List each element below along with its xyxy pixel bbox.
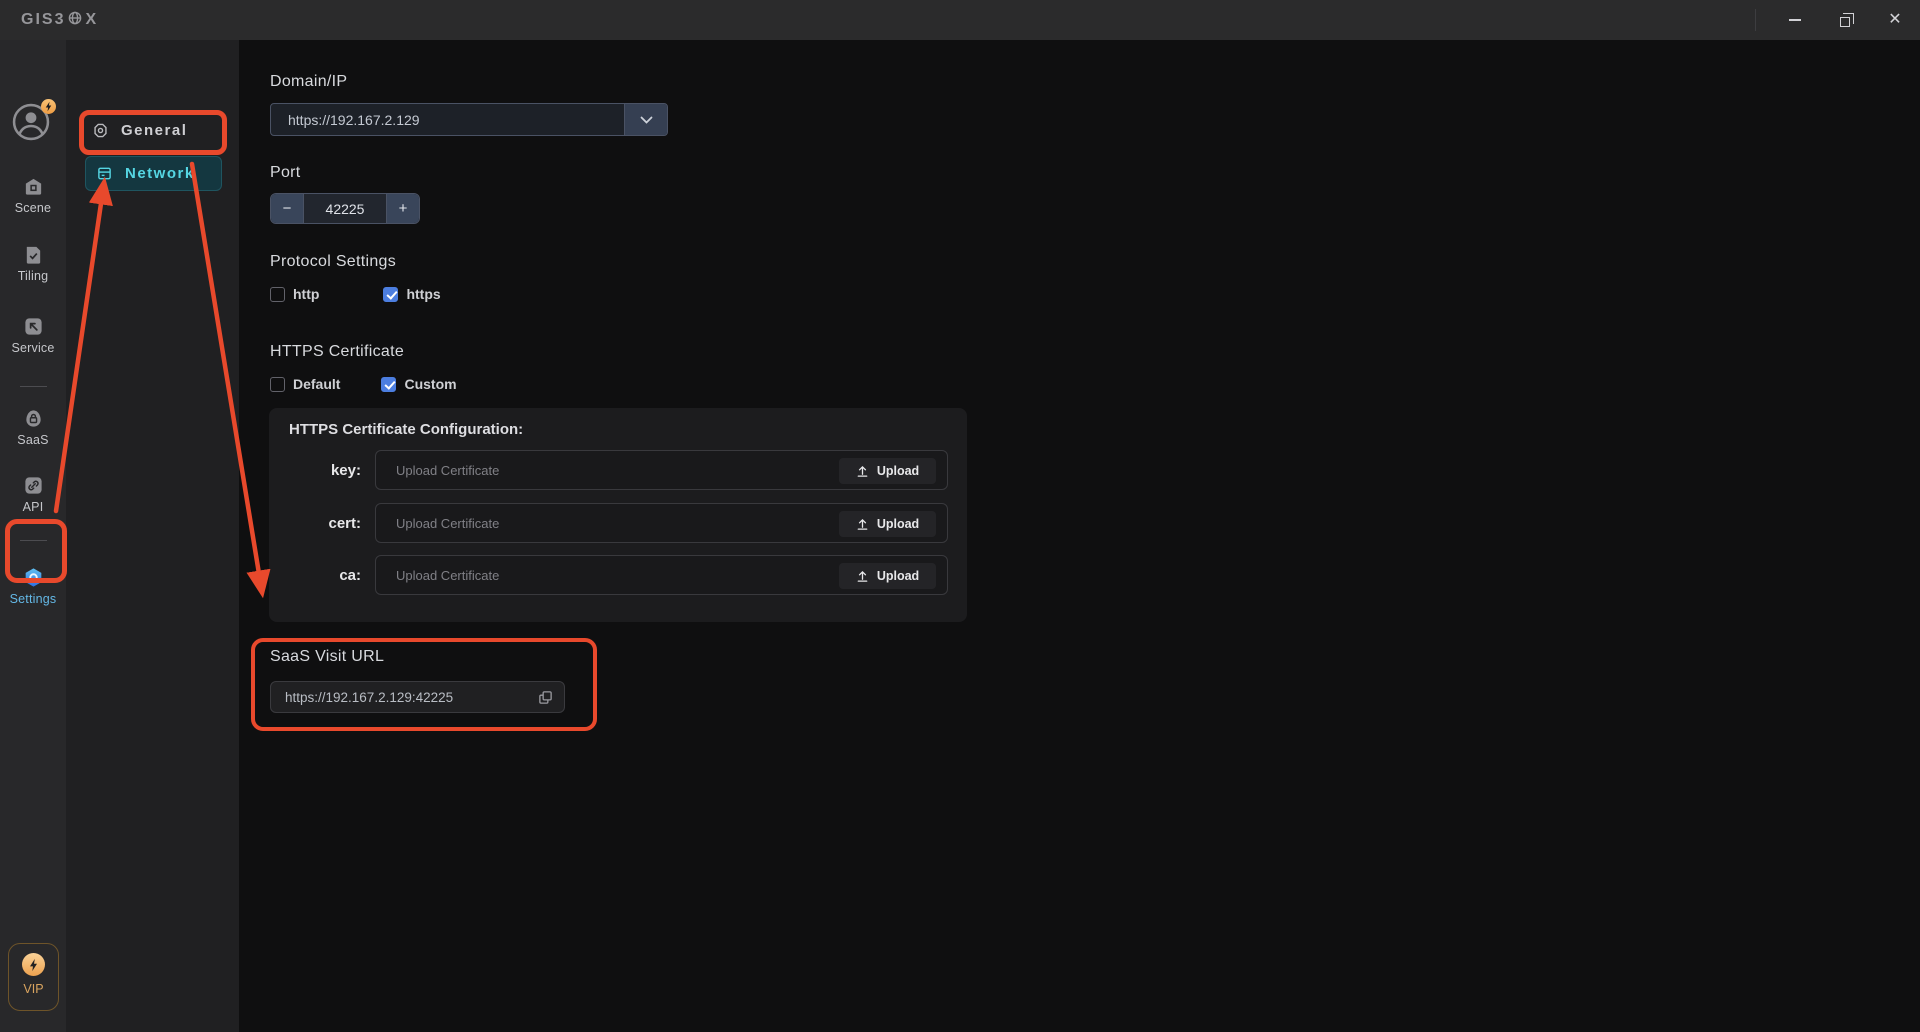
menu-item-general[interactable]: General bbox=[93, 119, 187, 141]
cert-upload-input[interactable]: Upload Certificate Upload bbox=[375, 503, 948, 543]
sidebar-item-label: Tiling bbox=[18, 269, 49, 283]
vip-lightning-icon bbox=[22, 953, 45, 976]
sidebar-item-saas[interactable]: SaaS bbox=[0, 408, 66, 447]
upload-icon bbox=[856, 518, 869, 531]
logo-globe-icon bbox=[67, 11, 83, 30]
key-label: key: bbox=[269, 462, 361, 479]
domain-ip-label: Domain/IP bbox=[270, 73, 347, 91]
upload-icon bbox=[856, 465, 869, 478]
cert-cert-row: cert: Upload Certificate Upload bbox=[269, 503, 967, 543]
saas-url-value: https://192.167.2.129:42225 bbox=[271, 690, 538, 705]
tiling-icon bbox=[23, 244, 44, 265]
key-placeholder: Upload Certificate bbox=[376, 463, 499, 478]
copy-icon bbox=[538, 690, 553, 705]
protocol-options-row: http https bbox=[270, 285, 441, 303]
default-cert-checkbox[interactable] bbox=[270, 377, 285, 392]
domain-dropdown-button[interactable] bbox=[624, 104, 667, 135]
app-logo: GIS3 X bbox=[21, 11, 98, 30]
custom-cert-checkbox[interactable] bbox=[381, 377, 396, 392]
avatar[interactable] bbox=[12, 103, 54, 143]
upload-button-label: Upload bbox=[877, 464, 919, 478]
upload-icon bbox=[856, 570, 869, 583]
restore-button[interactable] bbox=[1820, 0, 1870, 40]
ca-upload-input[interactable]: Upload Certificate Upload bbox=[375, 555, 948, 595]
sidebar-item-label: Settings bbox=[10, 592, 57, 606]
icon-sidebar: Scene Tiling Service SaaS bbox=[0, 40, 66, 1032]
network-server-icon bbox=[97, 166, 112, 181]
cert-upload-button[interactable]: Upload bbox=[839, 511, 936, 537]
vip-label: VIP bbox=[23, 982, 43, 996]
minimize-icon bbox=[1789, 19, 1801, 21]
ca-placeholder: Upload Certificate bbox=[376, 568, 499, 583]
upload-button-label: Upload bbox=[877, 517, 919, 531]
certificate-config-panel: HTTPS Certificate Configuration: key: Up… bbox=[269, 408, 967, 622]
window-titlebar: GIS3 X ✕ bbox=[0, 0, 1920, 40]
port-value[interactable]: 42225 bbox=[303, 194, 387, 223]
key-upload-button[interactable]: Upload bbox=[839, 458, 936, 484]
protocol-settings-label: Protocol Settings bbox=[270, 253, 396, 271]
default-cert-label: Default bbox=[293, 376, 340, 392]
sidebar-item-label: API bbox=[23, 500, 44, 514]
chevron-down-icon bbox=[640, 116, 653, 124]
logo-text-left: GIS3 bbox=[21, 11, 65, 29]
restore-icon bbox=[1840, 17, 1850, 27]
domain-ip-value: https://192.167.2.129 bbox=[271, 104, 624, 135]
sidebar-item-label: Service bbox=[11, 341, 54, 355]
close-icon: ✕ bbox=[1888, 12, 1901, 28]
port-increment-button[interactable]: + bbox=[387, 194, 419, 223]
sidebar-item-label: Scene bbox=[15, 201, 51, 215]
sidebar-item-tiling[interactable]: Tiling bbox=[0, 244, 66, 283]
menu-item-network[interactable]: Network bbox=[85, 156, 222, 191]
https-certificate-label: HTTPS Certificate bbox=[270, 343, 404, 361]
app-window: GIS3 X ✕ bbox=[0, 0, 1920, 1032]
cert-key-row: key: Upload Certificate Upload bbox=[269, 450, 967, 490]
window-controls: ✕ bbox=[1755, 0, 1920, 40]
sidebar-item-service[interactable]: Service bbox=[0, 316, 66, 355]
titlebar-divider bbox=[1755, 9, 1756, 31]
key-upload-input[interactable]: Upload Certificate Upload bbox=[375, 450, 948, 490]
scene-icon bbox=[23, 176, 44, 197]
certificate-options-row: Default Custom bbox=[270, 375, 457, 393]
port-decrement-button[interactable]: − bbox=[271, 194, 303, 223]
menu-item-label: Network bbox=[125, 165, 195, 182]
logo-text-right: X bbox=[85, 11, 98, 29]
avatar-lightning-badge bbox=[41, 99, 56, 114]
menu-item-label: General bbox=[121, 122, 187, 139]
https-checkbox[interactable] bbox=[383, 287, 398, 302]
saas-visit-url-label: SaaS Visit URL bbox=[270, 648, 384, 666]
https-checkbox-label: https bbox=[406, 286, 440, 302]
sidebar-item-label: SaaS bbox=[17, 433, 48, 447]
ca-upload-button[interactable]: Upload bbox=[839, 563, 936, 589]
cert-ca-row: ca: Upload Certificate Upload bbox=[269, 555, 967, 595]
certificate-config-title: HTTPS Certificate Configuration: bbox=[289, 421, 523, 438]
minimize-button[interactable] bbox=[1770, 0, 1820, 40]
settings-icon bbox=[23, 567, 44, 588]
custom-cert-label: Custom bbox=[404, 376, 456, 392]
sidebar-divider bbox=[20, 540, 47, 541]
saas-url-field[interactable]: https://192.167.2.129:42225 bbox=[270, 681, 565, 713]
close-button[interactable]: ✕ bbox=[1870, 0, 1920, 40]
general-gear-icon bbox=[93, 123, 108, 138]
sidebar-item-settings[interactable]: Settings bbox=[0, 567, 66, 606]
copy-button[interactable] bbox=[538, 690, 553, 705]
service-icon bbox=[23, 316, 44, 337]
saas-cloud-lock-icon bbox=[23, 408, 44, 429]
upload-button-label: Upload bbox=[877, 569, 919, 583]
network-settings-content: Domain/IP https://192.167.2.129 Port − 4… bbox=[239, 40, 1920, 1032]
ca-label: ca: bbox=[269, 567, 361, 584]
settings-menu-panel: General Network bbox=[66, 40, 239, 1032]
vip-button[interactable]: VIP bbox=[8, 943, 59, 1011]
domain-ip-select[interactable]: https://192.167.2.129 bbox=[270, 103, 668, 136]
api-link-icon bbox=[23, 475, 44, 496]
port-stepper: − 42225 + bbox=[270, 193, 420, 224]
cert-label: cert: bbox=[269, 515, 361, 532]
cert-placeholder: Upload Certificate bbox=[376, 516, 499, 531]
http-checkbox[interactable] bbox=[270, 287, 285, 302]
http-checkbox-label: http bbox=[293, 286, 319, 302]
sidebar-item-scene[interactable]: Scene bbox=[0, 176, 66, 215]
sidebar-item-api[interactable]: API bbox=[0, 475, 66, 514]
sidebar-divider bbox=[20, 386, 47, 387]
port-label: Port bbox=[270, 164, 301, 182]
